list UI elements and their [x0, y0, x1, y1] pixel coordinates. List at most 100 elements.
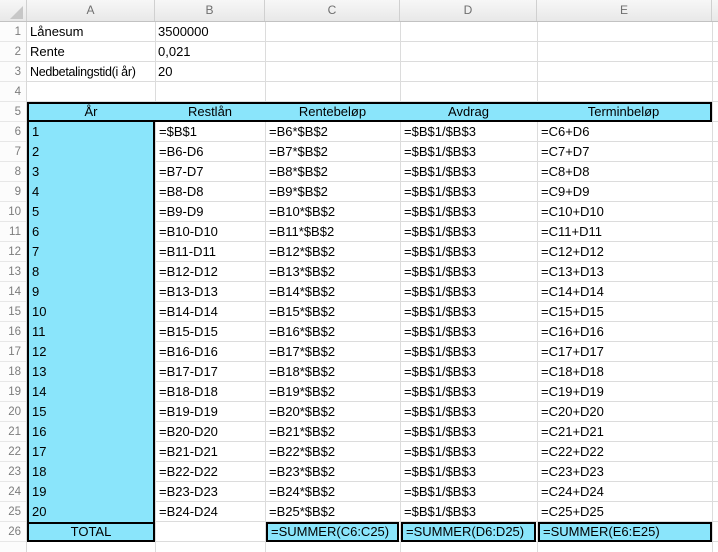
header-rentebelop[interactable]: Rentebeløp	[265, 104, 400, 120]
formula-cell-rentebelop[interactable]: =B19*$B$2	[265, 382, 400, 402]
formula-cell-terminbelop[interactable]: =C19+D19	[537, 382, 712, 402]
header-restlan[interactable]: Restlån	[155, 104, 265, 120]
cell-a3-label[interactable]: Nedbetalingstid(i år)	[27, 62, 155, 82]
formula-cell-rentebelop[interactable]: =B13*$B$2	[265, 262, 400, 282]
formula-cell-avdrag[interactable]: =$B$1/$B$3	[400, 282, 537, 302]
formula-cell-terminbelop[interactable]: =C8+D8	[537, 162, 712, 182]
row-number[interactable]: 7	[0, 142, 26, 162]
formula-cell-avdrag[interactable]: =$B$1/$B$3	[400, 342, 537, 362]
cell-a2-label[interactable]: Rente	[27, 42, 155, 62]
formula-cell-restlan[interactable]: =B13-D13	[155, 282, 265, 302]
formula-cell-terminbelop[interactable]: =C22+D22	[537, 442, 712, 462]
select-all-corner[interactable]	[0, 0, 27, 21]
formula-cell-restlan[interactable]: =$B$1	[155, 122, 265, 142]
row-number[interactable]: 14	[0, 282, 26, 302]
formula-cell-avdrag[interactable]: =$B$1/$B$3	[400, 142, 537, 162]
formula-cell-avdrag[interactable]: =$B$1/$B$3	[400, 222, 537, 242]
formula-cell-rentebelop[interactable]: =B25*$B$2	[265, 502, 400, 522]
formula-cell-terminbelop[interactable]: =C15+D15	[537, 302, 712, 322]
row-number[interactable]: 9	[0, 182, 26, 202]
cell-a1-label[interactable]: Lånesum	[27, 22, 155, 42]
formula-cell-restlan[interactable]: =B7-D7	[155, 162, 265, 182]
row-number[interactable]: 1	[0, 22, 26, 42]
year-cell[interactable]: 17	[29, 442, 153, 462]
formula-cell-rentebelop[interactable]: =B9*$B$2	[265, 182, 400, 202]
formula-cell-restlan[interactable]: =B23-D23	[155, 482, 265, 502]
row-number[interactable]: 16	[0, 322, 26, 342]
formula-cell-rentebelop[interactable]: =B23*$B$2	[265, 462, 400, 482]
total-label-cell[interactable]: TOTAL	[27, 522, 155, 542]
total-avdrag-cell[interactable]: =SUMMER(D6:D25)	[401, 522, 536, 542]
row-number[interactable]: 26	[0, 522, 26, 542]
cell-b1-value[interactable]: 3500000	[155, 22, 265, 42]
formula-cell-terminbelop[interactable]: =C16+D16	[537, 322, 712, 342]
row-number[interactable]: 8	[0, 162, 26, 182]
formula-cell-restlan[interactable]: =B22-D22	[155, 462, 265, 482]
row-number[interactable]: 2	[0, 42, 26, 62]
column-header-b[interactable]: B	[155, 0, 265, 21]
year-cell[interactable]: 3	[29, 162, 153, 182]
formula-cell-rentebelop[interactable]: =B6*$B$2	[265, 122, 400, 142]
year-cell[interactable]: 6	[29, 222, 153, 242]
formula-cell-rentebelop[interactable]: =B20*$B$2	[265, 402, 400, 422]
row-number[interactable]: 21	[0, 422, 26, 442]
year-cell[interactable]: 1	[29, 122, 153, 142]
formula-cell-avdrag[interactable]: =$B$1/$B$3	[400, 182, 537, 202]
formula-cell-terminbelop[interactable]: =C12+D12	[537, 242, 712, 262]
formula-cell-rentebelop[interactable]: =B18*$B$2	[265, 362, 400, 382]
formula-cell-rentebelop[interactable]: =B16*$B$2	[265, 322, 400, 342]
formula-cell-rentebelop[interactable]: =B10*$B$2	[265, 202, 400, 222]
year-cell[interactable]: 9	[29, 282, 153, 302]
formula-cell-restlan[interactable]: =B21-D21	[155, 442, 265, 462]
row-number[interactable]: 13	[0, 262, 26, 282]
year-cell[interactable]: 20	[29, 502, 153, 522]
column-header-a[interactable]: A	[27, 0, 155, 21]
year-cell[interactable]: 13	[29, 362, 153, 382]
formula-cell-avdrag[interactable]: =$B$1/$B$3	[400, 502, 537, 522]
column-header-d[interactable]: D	[400, 0, 537, 21]
formula-cell-restlan[interactable]: =B11-D11	[155, 242, 265, 262]
formula-cell-restlan[interactable]: =B10-D10	[155, 222, 265, 242]
year-cell[interactable]: 19	[29, 482, 153, 502]
row-number[interactable]: 18	[0, 362, 26, 382]
row-number[interactable]: 24	[0, 482, 26, 502]
formula-cell-restlan[interactable]: =B18-D18	[155, 382, 265, 402]
formula-cell-avdrag[interactable]: =$B$1/$B$3	[400, 262, 537, 282]
year-cell[interactable]: 18	[29, 462, 153, 482]
formula-cell-rentebelop[interactable]: =B7*$B$2	[265, 142, 400, 162]
year-cell[interactable]: 14	[29, 382, 153, 402]
formula-cell-terminbelop[interactable]: =C17+D17	[537, 342, 712, 362]
row-number[interactable]: 20	[0, 402, 26, 422]
row-number[interactable]: 10	[0, 202, 26, 222]
year-cell[interactable]: 2	[29, 142, 153, 162]
formula-cell-rentebelop[interactable]: =B24*$B$2	[265, 482, 400, 502]
row-number[interactable]: 15	[0, 302, 26, 322]
formula-cell-rentebelop[interactable]: =B21*$B$2	[265, 422, 400, 442]
formula-cell-terminbelop[interactable]: =C23+D23	[537, 462, 712, 482]
row-number[interactable]: 3	[0, 62, 26, 82]
formula-cell-restlan[interactable]: =B6-D6	[155, 142, 265, 162]
formula-cell-avdrag[interactable]: =$B$1/$B$3	[400, 242, 537, 262]
formula-cell-restlan[interactable]: =B24-D24	[155, 502, 265, 522]
formula-cell-terminbelop[interactable]: =C13+D13	[537, 262, 712, 282]
year-cell[interactable]: 16	[29, 422, 153, 442]
formula-cell-restlan[interactable]: =B12-D12	[155, 262, 265, 282]
column-header-c[interactable]: C	[265, 0, 400, 21]
formula-cell-avdrag[interactable]: =$B$1/$B$3	[400, 322, 537, 342]
row-number[interactable]: 22	[0, 442, 26, 462]
row-number[interactable]: 11	[0, 222, 26, 242]
formula-cell-terminbelop[interactable]: =C25+D25	[537, 502, 712, 522]
formula-cell-terminbelop[interactable]: =C24+D24	[537, 482, 712, 502]
formula-cell-terminbelop[interactable]: =C21+D21	[537, 422, 712, 442]
formula-cell-rentebelop[interactable]: =B17*$B$2	[265, 342, 400, 362]
formula-cell-avdrag[interactable]: =$B$1/$B$3	[400, 462, 537, 482]
formula-cell-terminbelop[interactable]: =C14+D14	[537, 282, 712, 302]
year-cell[interactable]: 12	[29, 342, 153, 362]
formula-cell-avdrag[interactable]: =$B$1/$B$3	[400, 122, 537, 142]
header-terminbelop[interactable]: Terminbeløp	[537, 104, 710, 120]
formula-cell-terminbelop[interactable]: =C7+D7	[537, 142, 712, 162]
formula-cell-terminbelop[interactable]: =C9+D9	[537, 182, 712, 202]
row-number[interactable]: 25	[0, 502, 26, 522]
formula-cell-terminbelop[interactable]: =C11+D11	[537, 222, 712, 242]
row-number[interactable]: 4	[0, 82, 26, 102]
